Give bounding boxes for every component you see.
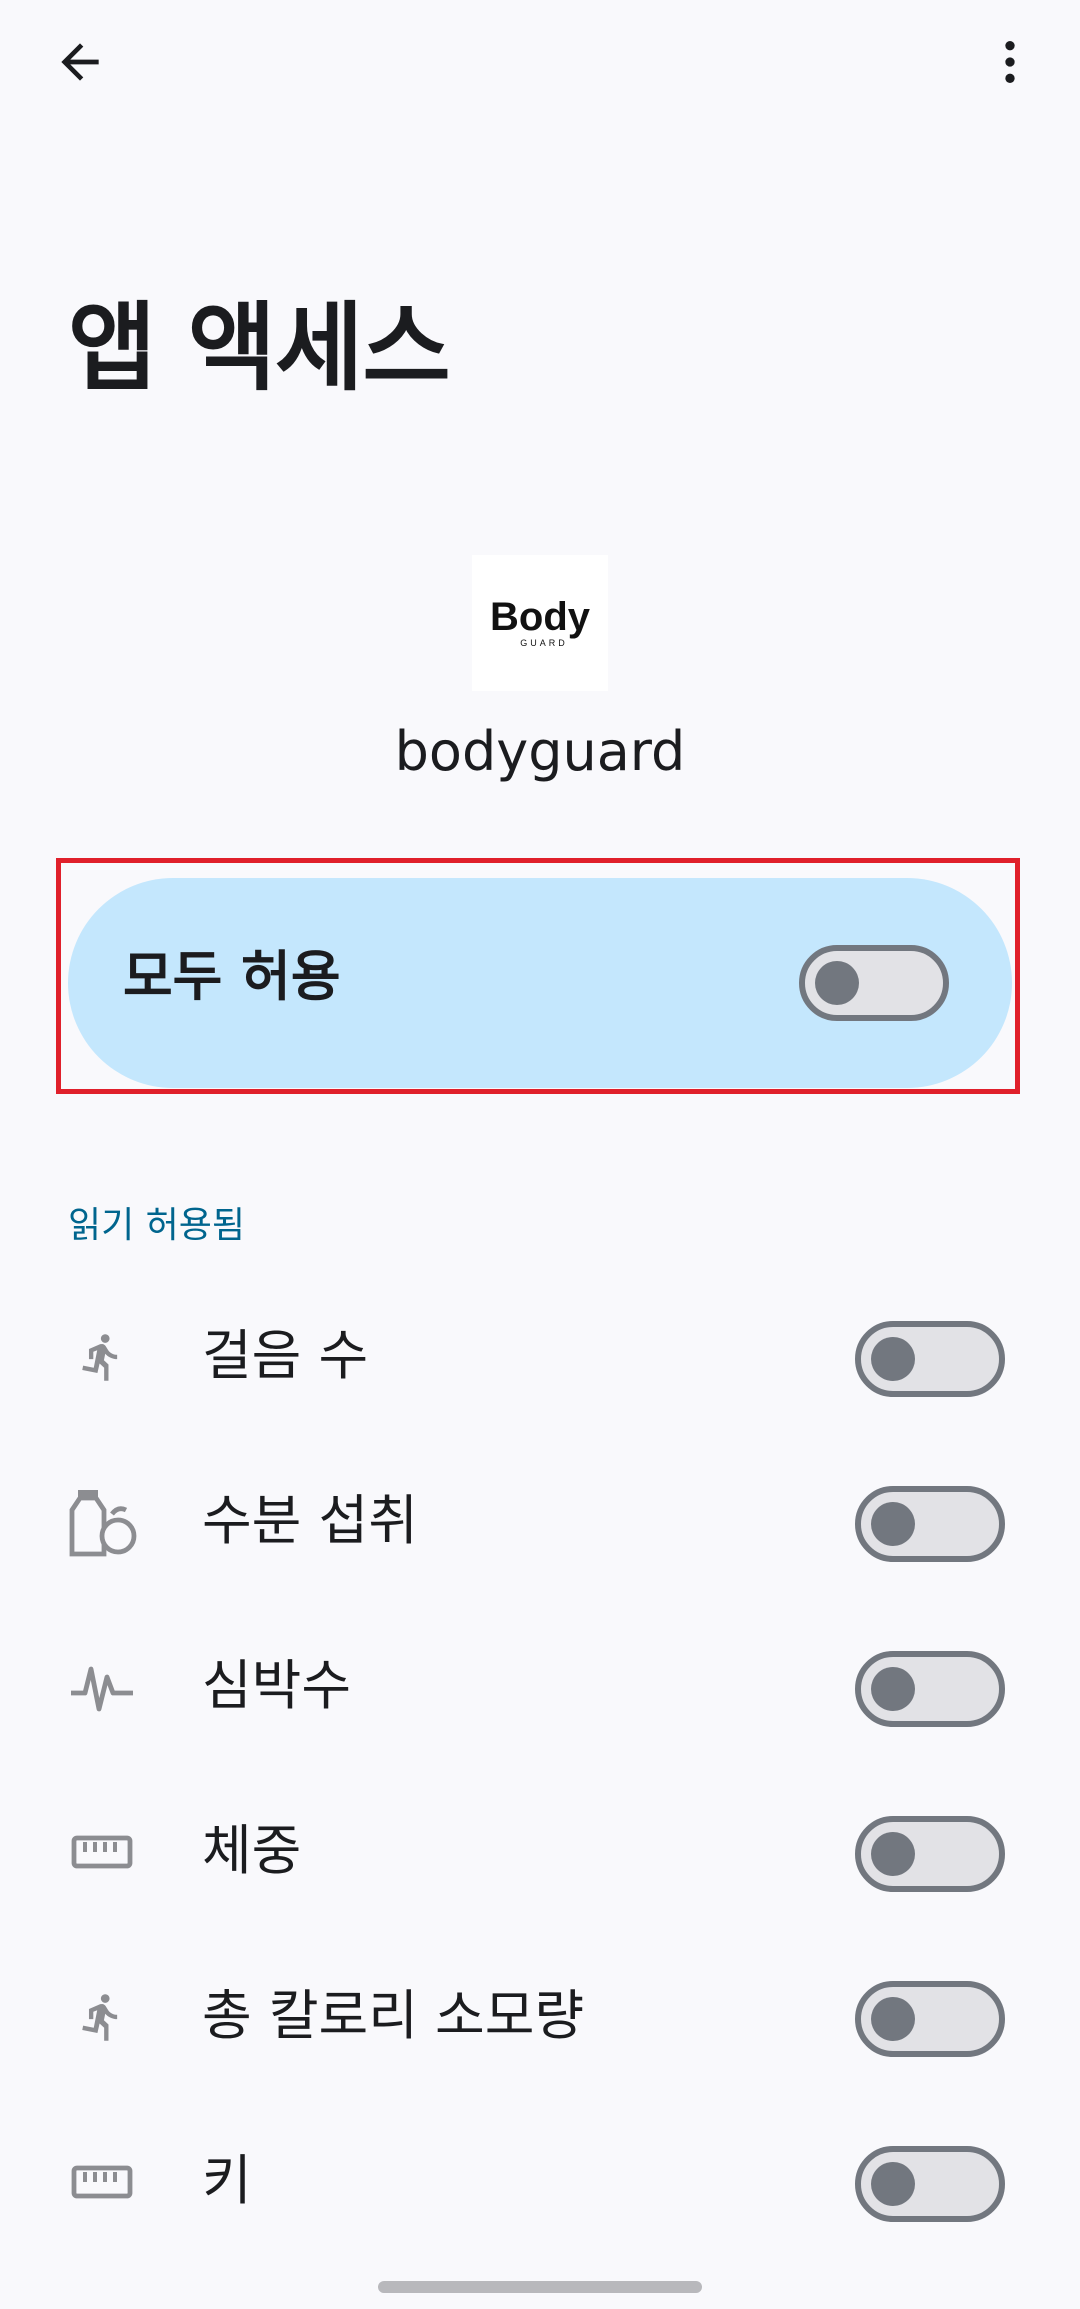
section-header-read-allowed: 읽기 허용됨 [68, 1205, 246, 1246]
permission-switch-hydration[interactable] [855, 1486, 1005, 1562]
app-logo: Body GUARD [472, 555, 608, 691]
app-access-screen: 앱 액세스 Body GUARD bodyguard 모두 허용 읽기 허용됨 … [0, 0, 1080, 2309]
allow-all-label: 모두 허용 [123, 945, 341, 1008]
permission-label: 체중 [202, 1819, 302, 1882]
permission-label: 걸음 수 [202, 1324, 369, 1387]
switch-thumb [871, 1502, 915, 1546]
running-icon [62, 1317, 142, 1397]
permission-row-weight[interactable]: 체중 [0, 1772, 1080, 1937]
ruler-icon [62, 2142, 142, 2222]
permission-switch-total-calories[interactable] [855, 1981, 1005, 2057]
permission-switch-heart-rate[interactable] [855, 1651, 1005, 1727]
switch-thumb [871, 1832, 915, 1876]
permission-label: 심박수 [202, 1654, 352, 1717]
top-app-bar [0, 0, 1080, 130]
permission-switch-weight[interactable] [855, 1816, 1005, 1892]
switch-thumb [815, 961, 859, 1005]
permission-row-steps[interactable]: 걸음 수 [0, 1277, 1080, 1442]
running-icon [62, 1977, 142, 2057]
page-title: 앱 액세스 [68, 292, 451, 404]
arrow-back-icon [61, 43, 99, 81]
permission-label: 총 칼로리 소모량 [202, 1984, 585, 2047]
permission-row-hydration[interactable]: 수분 섭취 [0, 1442, 1080, 1607]
ruler-icon [62, 1812, 142, 1892]
back-button[interactable] [30, 12, 130, 112]
allow-all-row[interactable]: 모두 허용 [68, 878, 1012, 1088]
bodyguard-logo-icon: Body GUARD [490, 595, 591, 648]
more-options-button[interactable] [960, 12, 1060, 112]
permission-switch-steps[interactable] [855, 1321, 1005, 1397]
permission-row-total-calories[interactable]: 총 칼로리 소모량 [0, 1937, 1080, 2102]
switch-thumb [871, 1997, 915, 2041]
more-vert-icon [1005, 41, 1015, 83]
permission-row-heart-rate[interactable]: 심박수 [0, 1607, 1080, 1772]
permission-switch-height[interactable] [855, 2146, 1005, 2222]
heart-rate-icon [62, 1647, 142, 1727]
gesture-nav-handle[interactable] [378, 2281, 702, 2293]
switch-thumb [871, 2162, 915, 2206]
permission-label: 키 [202, 2149, 252, 2212]
allow-all-switch[interactable] [799, 945, 949, 1021]
permission-label: 수분 섭취 [202, 1489, 418, 1552]
logo-text-sub: GUARD [520, 638, 568, 648]
hydration-icon [62, 1482, 142, 1562]
permission-row-height[interactable]: 키 [0, 2102, 1080, 2267]
switch-thumb [871, 1337, 915, 1381]
logo-text-main: Body [490, 595, 591, 639]
switch-thumb [871, 1667, 915, 1711]
app-name: bodyguard [394, 720, 686, 783]
